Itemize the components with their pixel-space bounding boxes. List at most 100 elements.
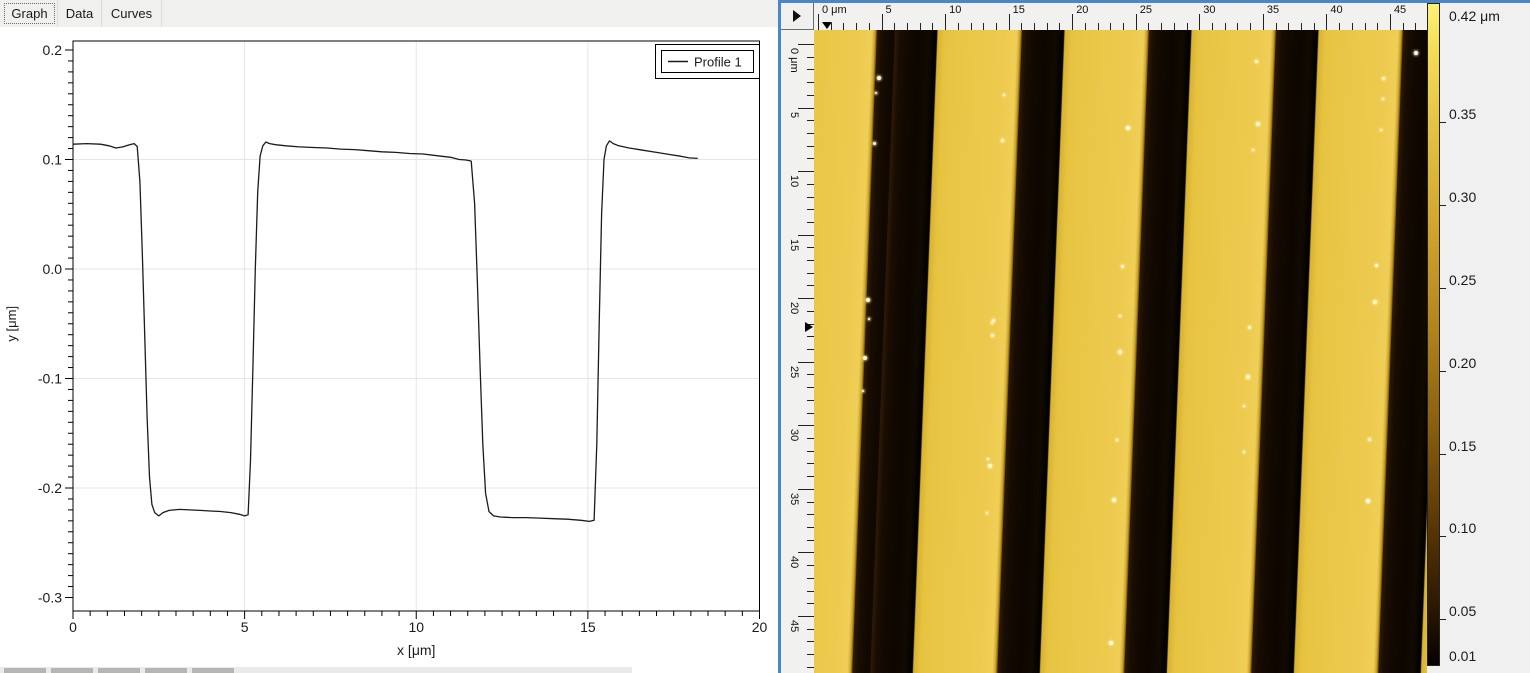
ruler-tick [807, 311, 814, 312]
ruler-tick [807, 336, 814, 337]
ruler-tick [807, 82, 814, 83]
ruler-label: 35 [788, 493, 800, 505]
ruler-label: 5 [788, 112, 800, 118]
ruler-label: 15 [788, 239, 800, 251]
ruler-tick [807, 197, 814, 198]
colorbar-tick [1440, 536, 1446, 537]
afm-image[interactable] [814, 30, 1427, 673]
ruler-tick [818, 14, 819, 30]
ruler-tick [1263, 14, 1264, 30]
afm-speck [1248, 326, 1251, 329]
afm-speck [1109, 641, 1113, 645]
ruler-label: 0 μm [788, 48, 800, 73]
y-tick-label: 0.0 [43, 261, 63, 277]
bottom-toolbar-segment[interactable] [98, 668, 140, 673]
ruler-tick [807, 209, 814, 210]
ruler-label: 25 [788, 366, 800, 378]
ruler-tick [807, 603, 814, 604]
ruler-tick [807, 667, 814, 668]
ruler-label: 5 [886, 4, 892, 16]
bottom-toolbar-segment[interactable] [51, 668, 93, 673]
ruler-tick [1136, 14, 1137, 30]
ruler-tick [1212, 23, 1213, 30]
ruler-tick [798, 298, 814, 299]
ruler-label: 15 [1013, 4, 1025, 16]
ruler-tick [807, 502, 814, 503]
ruler-tick [807, 654, 814, 655]
afm-speck [1382, 98, 1384, 100]
ruler-corner-button[interactable] [781, 3, 814, 30]
afm-speck [1112, 498, 1116, 502]
colorbar-tick [1440, 454, 1446, 455]
colorbar-tick [1440, 288, 1446, 289]
ruler-tick [1110, 23, 1111, 30]
ruler-tick [807, 146, 814, 147]
ruler-tick [958, 23, 959, 30]
y-tick-label: 0.2 [43, 42, 63, 58]
ruler-tick [1377, 23, 1378, 30]
bottom-toolbar-segment[interactable] [192, 668, 234, 673]
top-ruler: 0 μm51015202530354045 [814, 3, 1427, 30]
ruler-tick [807, 273, 814, 274]
ruler-tick [807, 641, 814, 642]
profile-plot: 0.20.10.0-0.1-0.2-0.305101520x [μm]y [μm… [0, 0, 778, 673]
x-tick-label: 15 [580, 619, 596, 635]
ruler-label: 0 μm [822, 4, 847, 16]
ruler-tick [798, 235, 814, 236]
afm-speck [1382, 77, 1385, 80]
ruler-label: 40 [788, 556, 800, 568]
ruler-tick [1352, 23, 1353, 30]
ruler-tick [1009, 14, 1010, 30]
ruler-label: 25 [1140, 4, 1152, 16]
ruler-tick [1148, 23, 1149, 30]
ruler-label: 40 [1330, 4, 1342, 16]
ruler-tick [1415, 23, 1416, 30]
ruler-tick [807, 57, 814, 58]
afm-speck [1118, 350, 1122, 354]
colorbar-tick-label: 0.15 [1449, 438, 1476, 454]
app-window: Graph Data Curves 0.20.10.0-0.1-0.2-0.30… [0, 0, 1530, 673]
ruler-tick [798, 171, 814, 172]
ruler-tick [798, 362, 814, 363]
afm-speck [877, 76, 881, 80]
afm-speck [1255, 60, 1258, 63]
y-axis-title: y [μm] [4, 306, 19, 342]
bottom-toolbar-segment[interactable] [4, 668, 46, 673]
afm-speck [1246, 375, 1250, 379]
afm-speck [1001, 139, 1004, 142]
ruler-tick [807, 451, 814, 452]
ruler-tick [798, 616, 814, 617]
ruler-label: 30 [1203, 4, 1215, 16]
afm-speck [1373, 300, 1377, 304]
ruler-label: 20 [1076, 4, 1088, 16]
bottom-toolbar-segment[interactable] [145, 668, 187, 673]
ruler-label: 35 [1267, 4, 1279, 16]
ruler-tick [1034, 23, 1035, 30]
ruler-tick [1276, 23, 1277, 30]
colorbar-min-label: 0.01 [1449, 648, 1476, 664]
ruler-tick [807, 184, 814, 185]
colorbar-tick-label: 0.25 [1449, 272, 1476, 288]
ruler-tick [798, 552, 814, 553]
v-position-marker[interactable] [805, 322, 813, 332]
ruler-tick [1059, 23, 1060, 30]
ruler-tick [983, 23, 984, 30]
h-position-marker[interactable] [822, 22, 832, 29]
afm-speck [1116, 439, 1118, 441]
y-tick-label: 0.1 [43, 152, 63, 168]
ruler-tick [1085, 23, 1086, 30]
ruler-tick [1021, 23, 1022, 30]
afm-speck [1380, 129, 1382, 131]
legend-entry-label: Profile 1 [694, 55, 742, 70]
ruler-tick [1047, 23, 1048, 30]
ruler-tick [807, 540, 814, 541]
ruler-tick [1199, 14, 1200, 30]
afm-speck [875, 92, 877, 94]
ruler-tick [1174, 23, 1175, 30]
ruler-tick [869, 23, 870, 30]
color-gradient-bar [1427, 3, 1440, 666]
ruler-tick [945, 14, 946, 30]
ruler-label: 10 [949, 4, 961, 16]
ruler-tick [1072, 14, 1073, 30]
afm-speck [1375, 264, 1378, 267]
